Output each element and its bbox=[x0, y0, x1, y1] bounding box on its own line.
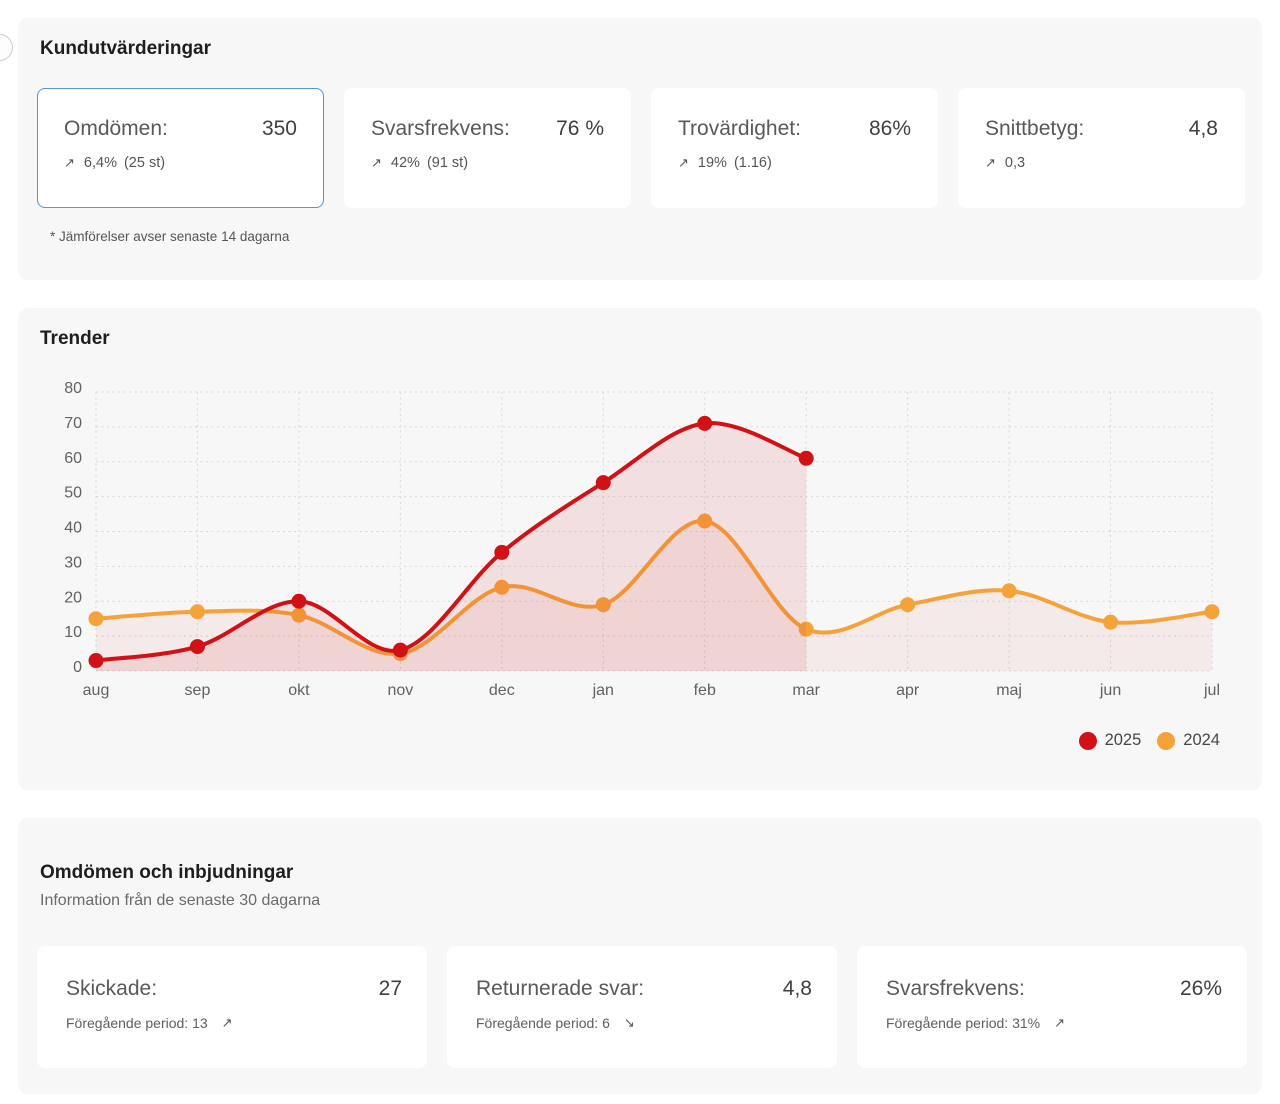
kpi-card-value: 76 % bbox=[556, 117, 604, 141]
kpi-card-trend-value: 0,3 bbox=[1005, 155, 1025, 171]
svg-text:80: 80 bbox=[64, 380, 82, 397]
svg-text:aug: aug bbox=[83, 682, 110, 699]
legend-item-2025[interactable]: 2025 bbox=[1079, 731, 1142, 750]
kpi-card-title-row: Trovärdighet: 86% bbox=[678, 117, 911, 141]
kpi-card-trovardighet[interactable]: Trovärdighet: 86% ↗ 19% (1.16) bbox=[651, 88, 938, 208]
trend-up-icon: ↗ bbox=[985, 156, 996, 171]
svg-text:nov: nov bbox=[387, 682, 413, 699]
kpi-card-trend-detail: (1.16) bbox=[734, 155, 772, 171]
kpi-card-snittbetyg[interactable]: Snittbetyg: 4,8 ↗ 0,3 bbox=[958, 88, 1245, 208]
invite-card-prev-row: Föregående period: 31% ↗ bbox=[886, 1015, 1222, 1031]
svg-text:jan: jan bbox=[592, 682, 614, 699]
kpi-section: Kundutvärderingar Omdömen: 350 ↗ 6,4% (2… bbox=[18, 18, 1262, 280]
kpi-card-trend-value: 19% bbox=[698, 155, 727, 171]
svg-text:10: 10 bbox=[64, 624, 82, 641]
trend-down-icon: ↘ bbox=[624, 1016, 635, 1031]
legend-dot-2025 bbox=[1079, 732, 1097, 750]
edge-button-fragment[interactable] bbox=[0, 34, 13, 61]
svg-text:50: 50 bbox=[64, 485, 82, 502]
invite-card-title-row: Svarsfrekvens: 26% bbox=[886, 977, 1222, 1001]
kpi-card-trend-row: ↗ 19% (1.16) bbox=[678, 155, 911, 171]
invite-card-prev-label: Föregående period: 31% bbox=[886, 1015, 1040, 1031]
svg-text:60: 60 bbox=[64, 450, 82, 467]
svg-text:40: 40 bbox=[64, 520, 82, 537]
invite-section: Omdömen och inbjudningar Information frå… bbox=[18, 818, 1262, 1094]
invite-card-label: Skickade: bbox=[66, 977, 157, 1001]
trend-up-icon: ↗ bbox=[64, 156, 75, 171]
svg-text:30: 30 bbox=[64, 554, 82, 571]
kpi-card-trend-detail: (91 st) bbox=[427, 155, 468, 171]
invite-card-value: 26% bbox=[1180, 977, 1222, 1001]
kpi-card-trend-row: ↗ 6,4% (25 st) bbox=[64, 155, 297, 171]
kpi-card-svarsfrekvens[interactable]: Svarsfrekvens: 76 % ↗ 42% (91 st) bbox=[344, 88, 631, 208]
invite-card-prev-row: Föregående period: 6 ↘ bbox=[476, 1015, 812, 1031]
kpi-card-label: Svarsfrekvens: bbox=[371, 117, 510, 141]
trend-line-chart: 0 10 20 30 40 50 60 70 80 aug sep okt nov dec jan feb ma… bbox=[18, 308, 1262, 790]
svg-text:dec: dec bbox=[489, 682, 515, 699]
svg-text:okt: okt bbox=[288, 682, 310, 699]
invite-card-title-row: Returnerade svar: 4,8 bbox=[476, 977, 812, 1001]
kpi-card-value: 4,8 bbox=[1189, 117, 1218, 141]
svg-text:sep: sep bbox=[185, 682, 211, 699]
svg-text:maj: maj bbox=[996, 682, 1022, 699]
svg-text:jul: jul bbox=[1203, 682, 1220, 699]
invite-card-prev-label: Föregående period: 13 bbox=[66, 1015, 208, 1031]
kpi-card-label: Snittbetyg: bbox=[985, 117, 1084, 141]
kpi-cards-row: Omdömen: 350 ↗ 6,4% (25 st) Svarsfrekven… bbox=[37, 88, 1245, 208]
kpi-card-label: Omdömen: bbox=[64, 117, 168, 141]
svg-text:70: 70 bbox=[64, 415, 82, 432]
trend-section: Trender 01020304050607080augsepoktnovdec… bbox=[18, 308, 1262, 790]
kpi-card-value: 350 bbox=[262, 117, 297, 141]
kpi-card-title-row: Snittbetyg: 4,8 bbox=[985, 117, 1218, 141]
kpi-card-label: Trovärdighet: bbox=[678, 117, 801, 141]
kpi-card-title-row: Svarsfrekvens: 76 % bbox=[371, 117, 604, 141]
invite-card-prev-label: Föregående period: 6 bbox=[476, 1015, 610, 1031]
invite-cards-row: Skickade: 27 Föregående period: 13 ↗ Ret… bbox=[37, 946, 1247, 1068]
kpi-section-title: Kundutvärderingar bbox=[40, 38, 211, 60]
kpi-card-trend-row: ↗ 0,3 bbox=[985, 155, 1218, 171]
invite-card-returnerade-svar: Returnerade svar: 4,8 Föregående period:… bbox=[447, 946, 837, 1068]
kpi-card-trend-detail: (25 st) bbox=[124, 155, 165, 171]
kpi-card-value: 86% bbox=[869, 117, 911, 141]
svg-text:apr: apr bbox=[896, 682, 920, 699]
invite-card-value: 4,8 bbox=[783, 977, 812, 1001]
trend-up-icon: ↗ bbox=[222, 1016, 233, 1031]
trend-up-icon: ↗ bbox=[1054, 1016, 1065, 1031]
svg-text:20: 20 bbox=[64, 589, 82, 606]
trend-up-icon: ↗ bbox=[371, 156, 382, 171]
legend-label: 2025 bbox=[1105, 731, 1142, 750]
svg-text:0: 0 bbox=[73, 659, 82, 676]
legend-item-2024[interactable]: 2024 bbox=[1157, 731, 1220, 750]
kpi-card-omdomen[interactable]: Omdömen: 350 ↗ 6,4% (25 st) bbox=[37, 88, 324, 208]
invite-card-svarsfrekvens: Svarsfrekvens: 26% Föregående period: 31… bbox=[857, 946, 1247, 1068]
svg-text:jun: jun bbox=[1099, 682, 1121, 699]
invite-card-skickade: Skickade: 27 Föregående period: 13 ↗ bbox=[37, 946, 427, 1068]
svg-text:feb: feb bbox=[694, 682, 716, 699]
kpi-card-trend-value: 6,4% bbox=[84, 155, 117, 171]
customer-ratings-dashboard: { "colors": { "section_bg": "#f7f7f7", "… bbox=[0, 0, 1280, 1104]
invite-card-value: 27 bbox=[379, 977, 402, 1001]
comparison-footnote: * Jämförelser avser senaste 14 dagarna bbox=[50, 229, 289, 244]
invite-card-label: Svarsfrekvens: bbox=[886, 977, 1025, 1001]
kpi-card-title-row: Omdömen: 350 bbox=[64, 117, 297, 141]
invite-section-subtitle: Information från de senaste 30 dagarna bbox=[40, 892, 320, 910]
trend-up-icon: ↗ bbox=[678, 156, 689, 171]
legend-dot-2024 bbox=[1157, 732, 1175, 750]
invite-card-title-row: Skickade: 27 bbox=[66, 977, 402, 1001]
kpi-card-trend-value: 42% bbox=[391, 155, 420, 171]
invite-card-prev-row: Föregående period: 13 ↗ bbox=[66, 1015, 402, 1031]
invite-card-label: Returnerade svar: bbox=[476, 977, 644, 1001]
svg-text:mar: mar bbox=[792, 682, 820, 699]
legend-label: 2024 bbox=[1183, 731, 1220, 750]
chart-legend: 2025 2024 bbox=[1079, 731, 1220, 750]
invite-section-title: Omdömen och inbjudningar bbox=[40, 862, 293, 884]
kpi-card-trend-row: ↗ 42% (91 st) bbox=[371, 155, 604, 171]
